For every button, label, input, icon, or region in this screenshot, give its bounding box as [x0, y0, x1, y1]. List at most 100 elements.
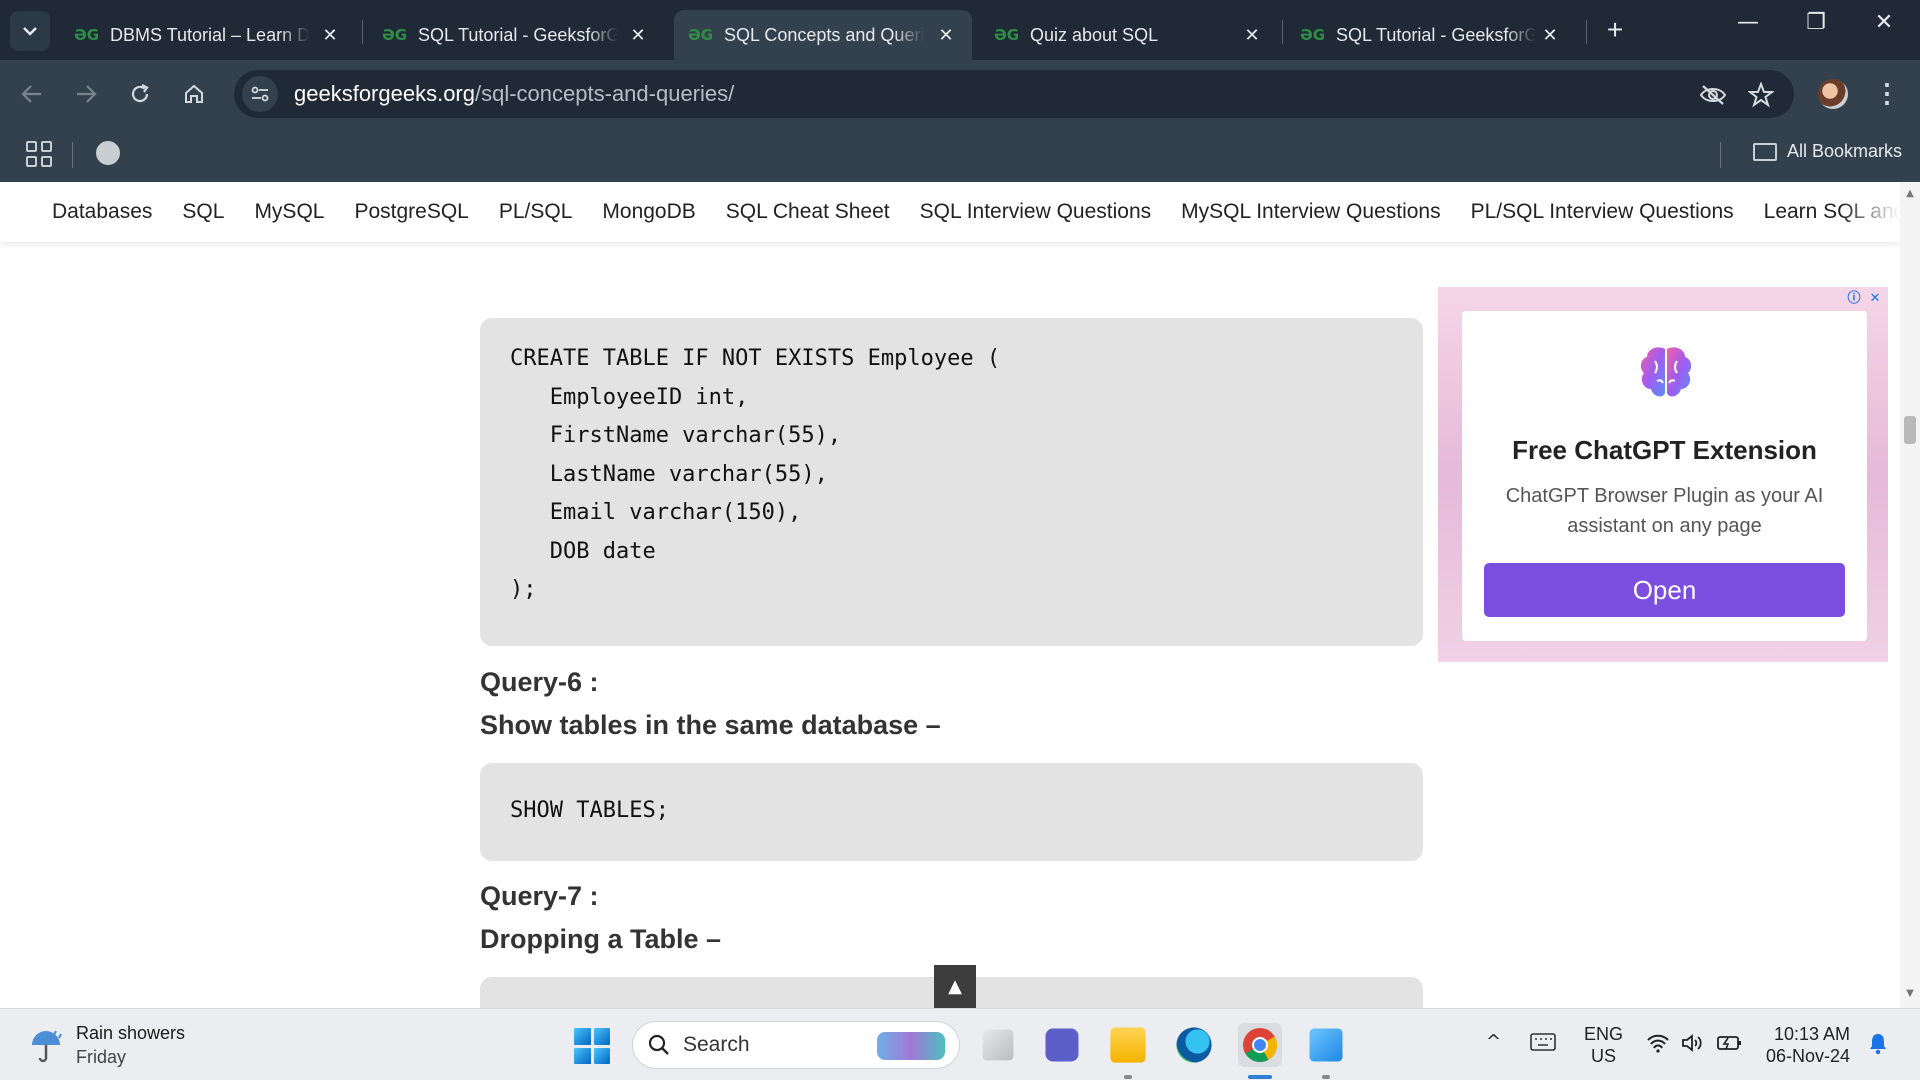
scroll-up-arrow-icon[interactable]: ▲ [1904, 188, 1916, 199]
minimize-button[interactable]: — [1728, 10, 1768, 35]
wifi-icon[interactable] [1646, 1033, 1670, 1058]
rain-umbrella-icon [32, 1030, 62, 1063]
home-button[interactable] [176, 76, 212, 112]
close-tab-icon[interactable]: ✕ [1240, 25, 1264, 46]
address-bar[interactable]: geeksforgeeks.org/sql-concepts-and-queri… [234, 70, 1794, 118]
back-arrow-icon [21, 85, 41, 103]
chrome-icon[interactable] [1238, 1023, 1282, 1067]
site-info-button[interactable] [242, 76, 278, 112]
code-line: CREATE TABLE IF NOT EXISTS Employee ( [510, 346, 1001, 371]
apps-grid-icon[interactable] [26, 141, 52, 167]
reload-button[interactable] [122, 76, 158, 112]
code-line: DOB date [510, 538, 656, 564]
close-tab-icon[interactable]: ✕ [1538, 25, 1562, 46]
edge-icon[interactable] [1176, 1027, 1212, 1063]
nav-sql-interview-questions[interactable]: SQL Interview Questions [920, 200, 1152, 224]
scrollbar-thumb[interactable] [1904, 416, 1916, 444]
search-highlight-art [877, 1032, 945, 1060]
ad-card: Free ChatGPT Extension ChatGPT Browser P… [1462, 311, 1867, 641]
tab-title: SQL Tutorial - GeeksforG [1336, 24, 1536, 45]
volume-icon[interactable] [1680, 1033, 1704, 1058]
restore-button[interactable]: ❐ [1796, 10, 1836, 35]
nav-plsql[interactable]: PL/SQL [499, 200, 573, 224]
nav-sql[interactable]: SQL [182, 200, 224, 224]
nav-mongodb[interactable]: MongoDB [602, 200, 695, 224]
url-path: /sql-concepts-and-queries/ [475, 81, 735, 106]
globe-icon[interactable] [96, 141, 120, 165]
tab-separator [1586, 20, 1587, 44]
bookmark-star-icon[interactable] [1746, 80, 1776, 110]
all-bookmarks-label: All Bookmarks [1786, 141, 1902, 161]
file-explorer-icon[interactable] [1110, 1027, 1146, 1063]
start-button[interactable] [574, 1028, 610, 1064]
tab-title: DBMS Tutorial – Learn Da [110, 24, 310, 45]
code-line: EmployeeID int, [510, 384, 749, 410]
new-tab-button[interactable]: + [1600, 14, 1630, 46]
photos-running-indicator [1322, 1075, 1330, 1079]
tab-dbms-tutorial[interactable]: ƏG DBMS Tutorial – Learn Da ✕ [60, 10, 356, 60]
close-window-button[interactable]: ✕ [1864, 10, 1904, 35]
url-text[interactable]: geeksforgeeks.org/sql-concepts-and-queri… [294, 81, 734, 107]
nav-postgresql[interactable]: PostgreSQL [354, 200, 468, 224]
tab-quiz-sql[interactable]: ƏG Quiz about SQL ✕ [980, 10, 1278, 60]
ad-banner[interactable]: ⓘ ✕ Free ChatGPT Extension ChatGPT Brows… [1438, 287, 1888, 662]
system-clock[interactable]: 10:13 AM 06-Nov-24 [1766, 1023, 1850, 1067]
tab-search-button[interactable] [10, 11, 50, 51]
folder-icon [1752, 142, 1777, 161]
language-indicator[interactable]: ENG US [1584, 1023, 1623, 1067]
scroll-down-arrow-icon[interactable]: ▼ [1904, 988, 1916, 999]
clock-time: 10:13 AM [1773, 1024, 1851, 1044]
clock-date: 06-Nov-24 [1766, 1046, 1851, 1066]
close-tab-icon[interactable]: ✕ [934, 25, 958, 46]
forward-button[interactable] [68, 76, 104, 112]
code-block-show-tables: SHOW TABLES; [480, 763, 1423, 861]
tab-separator [1282, 20, 1283, 44]
weather-day: Friday [76, 1047, 127, 1067]
query-7-heading: Query-7 : [480, 881, 599, 911]
code-line: ); [510, 577, 537, 602]
weather-widget[interactable]: Rain showers Friday [26, 1021, 185, 1069]
close-tab-icon[interactable]: ✕ [318, 25, 342, 46]
notification-bell-icon[interactable] [1868, 1031, 1888, 1060]
brain-icon [1640, 347, 1692, 397]
code-line: LastName varchar(55), [510, 461, 828, 487]
ad-info-icon[interactable]: ⓘ [1845, 290, 1863, 308]
taskbar-search[interactable]: Search [632, 1021, 960, 1069]
nav-plsql-interview-questions[interactable]: PL/SQL Interview Questions [1471, 200, 1734, 224]
bookmark-separator [1720, 142, 1721, 168]
tab-sql-concepts[interactable]: ƏG SQL Concepts and Querie ✕ [674, 10, 972, 60]
teams-icon[interactable] [1045, 1028, 1079, 1062]
tab-separator [362, 20, 363, 44]
browser-menu-icon[interactable]: ⋮ [1874, 78, 1900, 109]
keyboard-icon[interactable] [1530, 1033, 1556, 1056]
language-code: ENG [1584, 1024, 1624, 1044]
nav-mysql[interactable]: MySQL [254, 200, 324, 224]
chevron-down-icon [23, 27, 37, 36]
profile-avatar[interactable] [1818, 79, 1848, 109]
task-view-icon[interactable] [982, 1029, 1014, 1061]
forward-arrow-icon [77, 85, 97, 103]
nav-fade [1840, 182, 1900, 242]
ad-open-button[interactable]: Open [1484, 563, 1845, 617]
code-line: FirstName varchar(55), [510, 423, 842, 448]
tab-sql-tutorial-2[interactable]: ƏG SQL Tutorial - GeeksforG ✕ [1286, 10, 1576, 60]
page-scrollbar[interactable]: ▲ ▼ [1900, 182, 1920, 1008]
all-bookmarks-button[interactable]: All Bookmarks [1752, 141, 1902, 162]
back-to-top-button[interactable]: ▲ [934, 965, 976, 1008]
photos-icon[interactable] [1309, 1028, 1343, 1062]
close-tab-icon[interactable]: ✕ [626, 25, 650, 46]
nav-sql-cheat-sheet[interactable]: SQL Cheat Sheet [726, 200, 890, 224]
tab-title: SQL Concepts and Querie [724, 24, 924, 45]
page-content: Databases SQL MySQL PostgreSQL PL/SQL Mo… [0, 182, 1900, 1008]
tab-sql-tutorial[interactable]: ƏG SQL Tutorial - GeeksforG ✕ [368, 10, 664, 60]
ad-title: Free ChatGPT Extension [1512, 435, 1817, 465]
site-topic-nav: Databases SQL MySQL PostgreSQL PL/SQL Mo… [0, 182, 1900, 242]
ad-close-icon[interactable]: ✕ [1866, 290, 1884, 308]
nav-databases[interactable]: Databases [52, 200, 152, 224]
battery-charging-icon[interactable] [1716, 1033, 1744, 1058]
nav-mysql-interview-questions[interactable]: MySQL Interview Questions [1181, 200, 1441, 224]
eye-off-icon[interactable] [1698, 80, 1728, 110]
back-button[interactable] [14, 76, 50, 112]
show-hidden-icons-chevron-icon[interactable]: ^ [1486, 1031, 1501, 1052]
query-6-description: Show tables in the same database – [480, 710, 941, 740]
